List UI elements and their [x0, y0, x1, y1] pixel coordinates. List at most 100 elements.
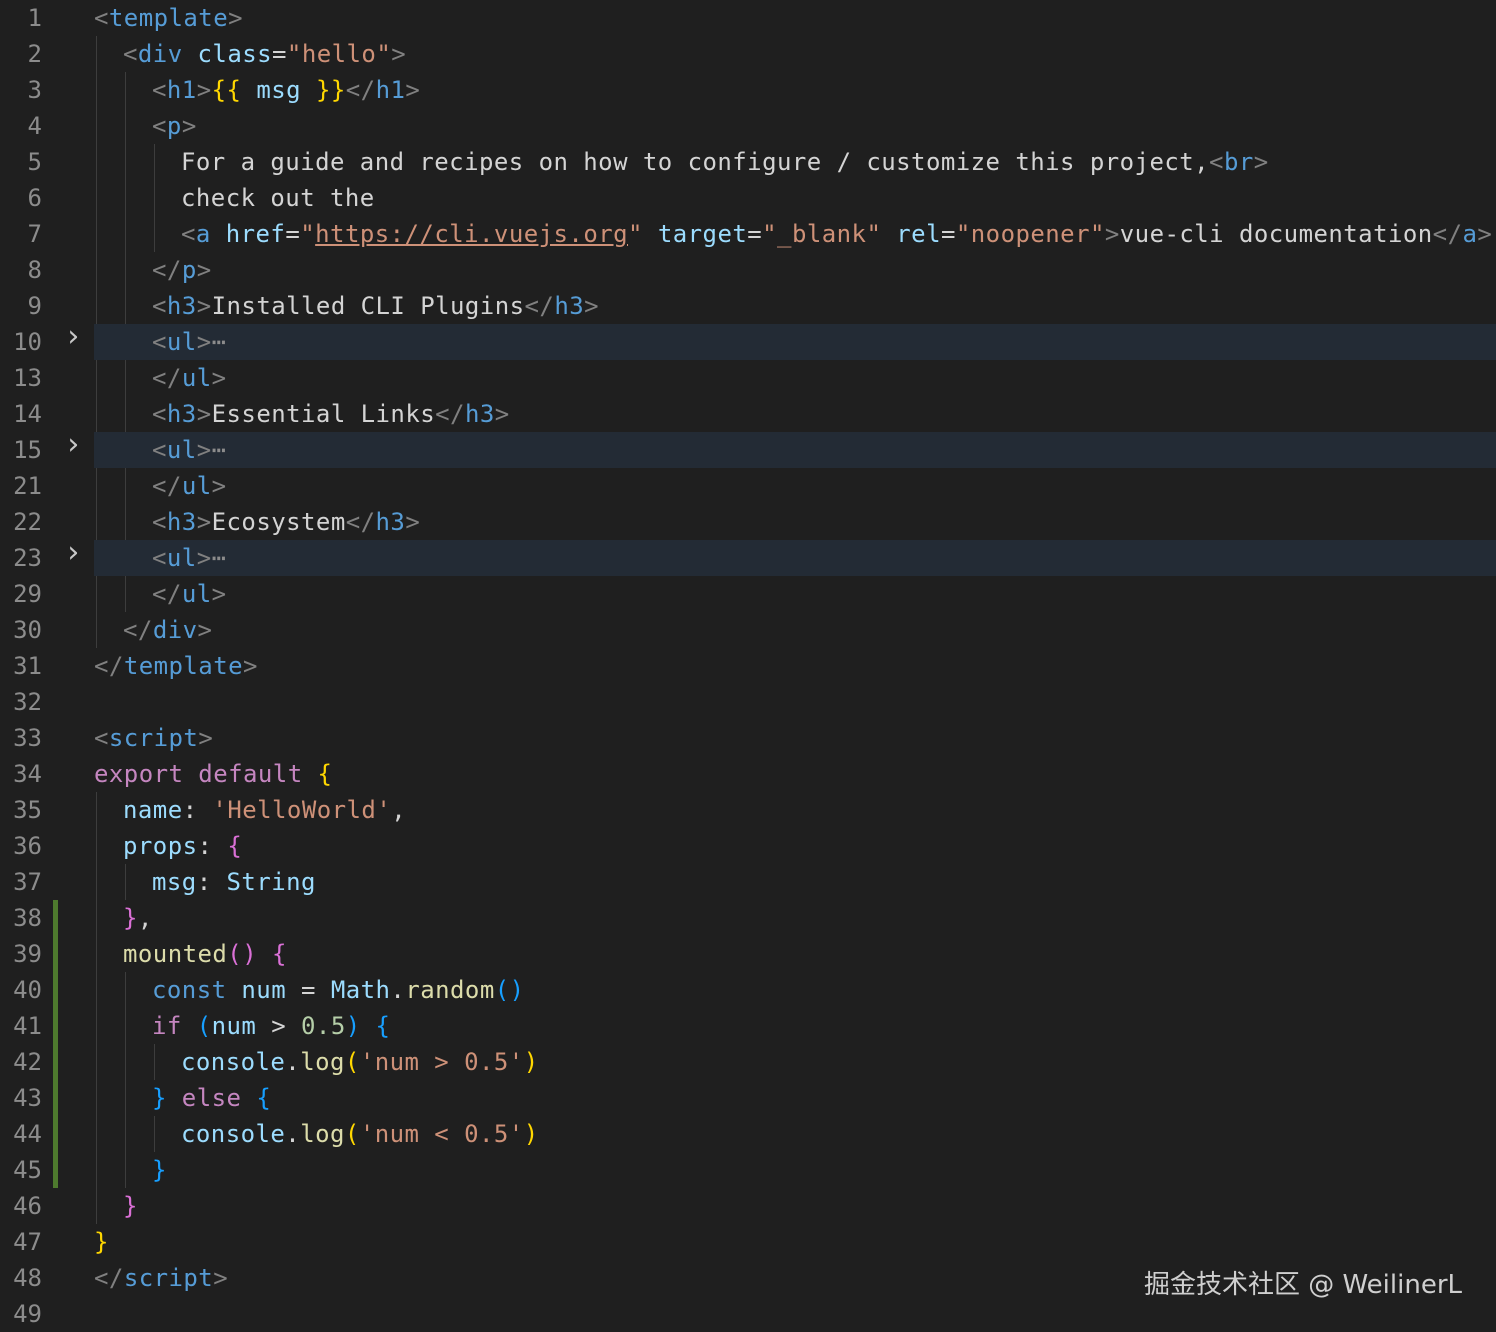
line-number[interactable]: 32 — [0, 684, 42, 720]
code-text[interactable]: </div> — [123, 612, 212, 648]
line-number[interactable]: 29 — [0, 576, 42, 612]
code-text[interactable]: </ul> — [152, 468, 227, 504]
code-text[interactable]: <h1>{{ msg }}</h1> — [152, 72, 420, 108]
code-text[interactable]: check out the — [181, 180, 375, 216]
line-number[interactable]: 31 — [0, 648, 42, 684]
code-text[interactable]: <h3>Essential Links</h3> — [152, 396, 510, 432]
code-text[interactable]: </ul> — [152, 576, 227, 612]
line-number[interactable]: 22 — [0, 504, 42, 540]
code-line-folded[interactable]: 15 › <ul>⋯ — [0, 430, 1496, 468]
code-line[interactable]: 40 const num = Math.random() — [0, 972, 1496, 1008]
code-line[interactable]: 37 msg: String — [0, 864, 1496, 900]
code-text[interactable]: <h3>Installed CLI Plugins</h3> — [152, 288, 599, 324]
code-text[interactable]: const num = Math.random() — [152, 972, 525, 1008]
line-number[interactable]: 1 — [0, 0, 42, 36]
line-number[interactable]: 15 — [0, 432, 42, 468]
code-text[interactable]: console.log('num < 0.5') — [181, 1116, 539, 1152]
line-number[interactable]: 33 — [0, 720, 42, 756]
code-line[interactable]: 22 <h3>Ecosystem</h3> — [0, 504, 1496, 540]
code-line[interactable]: 31 </template> — [0, 648, 1496, 684]
code-line[interactable]: 5 For a guide and recipes on how to confi… — [0, 144, 1496, 180]
code-text[interactable]: For a guide and recipes on how to config… — [181, 144, 1269, 180]
code-text[interactable]: <p> — [152, 108, 197, 144]
code-line[interactable]: 30 </div> — [0, 612, 1496, 648]
code-line[interactable]: 44 console.log('num < 0.5') — [0, 1116, 1496, 1152]
line-number[interactable]: 13 — [0, 360, 42, 396]
code-text[interactable]: <ul>⋯ — [152, 324, 227, 360]
code-text[interactable]: }, — [123, 900, 153, 936]
code-line[interactable]: 9 <h3>Installed CLI Plugins</h3> — [0, 288, 1496, 324]
code-line[interactable]: 32 — [0, 684, 1496, 720]
code-text[interactable]: props: { — [123, 828, 242, 864]
code-editor[interactable]: 1 <template> 2 <div class="hello"> 3 <h1>{{ m… — [0, 0, 1496, 1332]
line-number[interactable]: 23 — [0, 540, 42, 576]
line-number[interactable]: 10 — [0, 324, 42, 360]
line-number[interactable]: 6 — [0, 180, 42, 216]
code-text[interactable]: </ul> — [152, 360, 227, 396]
line-number[interactable]: 36 — [0, 828, 42, 864]
code-text[interactable]: console.log('num > 0.5') — [181, 1044, 539, 1080]
code-line[interactable]: 3 <h1>{{ msg }}</h1> — [0, 72, 1496, 108]
line-number[interactable]: 34 — [0, 756, 42, 792]
code-line[interactable]: 45} — [0, 1152, 1496, 1188]
line-number[interactable]: 8 — [0, 252, 42, 288]
code-line[interactable]: 35 name: 'HelloWorld', — [0, 792, 1496, 828]
code-text[interactable]: </template> — [94, 648, 258, 684]
code-line[interactable]: 7 <a href="https://cli.vuejs.org" target=… — [0, 216, 1496, 252]
line-number[interactable]: 37 — [0, 864, 42, 900]
code-line[interactable]: 49 — [0, 1296, 1496, 1332]
code-line[interactable]: 33 <script> — [0, 720, 1496, 756]
code-line[interactable]: 46} — [0, 1188, 1496, 1224]
code-line[interactable]: 47} — [0, 1224, 1496, 1260]
line-number[interactable]: 2 — [0, 36, 42, 72]
line-number[interactable]: 44 — [0, 1116, 42, 1152]
line-number[interactable]: 14 — [0, 396, 42, 432]
code-line[interactable]: 41 if (num > 0.5) { — [0, 1008, 1496, 1044]
code-line[interactable]: 14 <h3>Essential Links</h3> — [0, 396, 1496, 432]
code-line[interactable]: 29 </ul> — [0, 576, 1496, 612]
code-text[interactable]: <template> — [94, 0, 243, 36]
code-line[interactable]: 21 </ul> — [0, 468, 1496, 504]
line-number[interactable]: 7 — [0, 216, 42, 252]
code-text[interactable]: </p> — [152, 252, 212, 288]
code-line[interactable]: 43} else { — [0, 1080, 1496, 1116]
fold-chevron-icon[interactable]: › — [64, 322, 82, 352]
line-number[interactable]: 47 — [0, 1224, 42, 1260]
code-text[interactable]: <ul>⋯ — [152, 540, 227, 576]
code-line[interactable]: 1 <template> — [0, 0, 1496, 36]
code-text[interactable]: } — [94, 1224, 109, 1260]
code-text[interactable]: } — [123, 1188, 138, 1224]
line-number[interactable]: 4 — [0, 108, 42, 144]
line-number[interactable]: 41 — [0, 1008, 42, 1044]
line-number[interactable]: 9 — [0, 288, 42, 324]
code-text[interactable]: <h3>Ecosystem</h3> — [152, 504, 420, 540]
line-number[interactable]: 49 — [0, 1296, 42, 1332]
line-number[interactable]: 46 — [0, 1188, 42, 1224]
code-text[interactable]: <script> — [94, 720, 213, 756]
code-text[interactable]: <a href="https://cli.vuejs.org" target="… — [181, 216, 1496, 252]
line-number[interactable]: 40 — [0, 972, 42, 1008]
fold-chevron-icon[interactable]: › — [64, 430, 82, 460]
line-number[interactable]: 21 — [0, 468, 42, 504]
code-text[interactable]: if (num > 0.5) { — [152, 1008, 390, 1044]
line-number[interactable]: 48 — [0, 1260, 42, 1296]
line-number[interactable]: 35 — [0, 792, 42, 828]
code-line[interactable]: 8 </p> — [0, 252, 1496, 288]
code-line[interactable]: 2 <div class="hello"> — [0, 36, 1496, 72]
line-number[interactable]: 39 — [0, 936, 42, 972]
code-line-folded[interactable]: 10 › <ul>⋯ — [0, 322, 1496, 360]
line-number[interactable]: 45 — [0, 1152, 42, 1188]
code-text[interactable]: export default { — [94, 756, 332, 792]
code-line[interactable]: 13 </ul> — [0, 360, 1496, 396]
code-line[interactable]: 6 check out the — [0, 180, 1496, 216]
line-number[interactable]: 43 — [0, 1080, 42, 1116]
code-text[interactable]: <ul>⋯ — [152, 432, 227, 468]
code-text[interactable]: </script> — [94, 1260, 228, 1296]
code-line[interactable]: 4 <p> — [0, 108, 1496, 144]
code-line[interactable]: 39 mounted() { — [0, 936, 1496, 972]
line-number[interactable]: 3 — [0, 72, 42, 108]
code-line[interactable]: 42 console.log('num > 0.5') — [0, 1044, 1496, 1080]
code-line-folded[interactable]: 23 › <ul>⋯ — [0, 538, 1496, 576]
line-number[interactable]: 30 — [0, 612, 42, 648]
code-line[interactable]: 36 props: { — [0, 828, 1496, 864]
